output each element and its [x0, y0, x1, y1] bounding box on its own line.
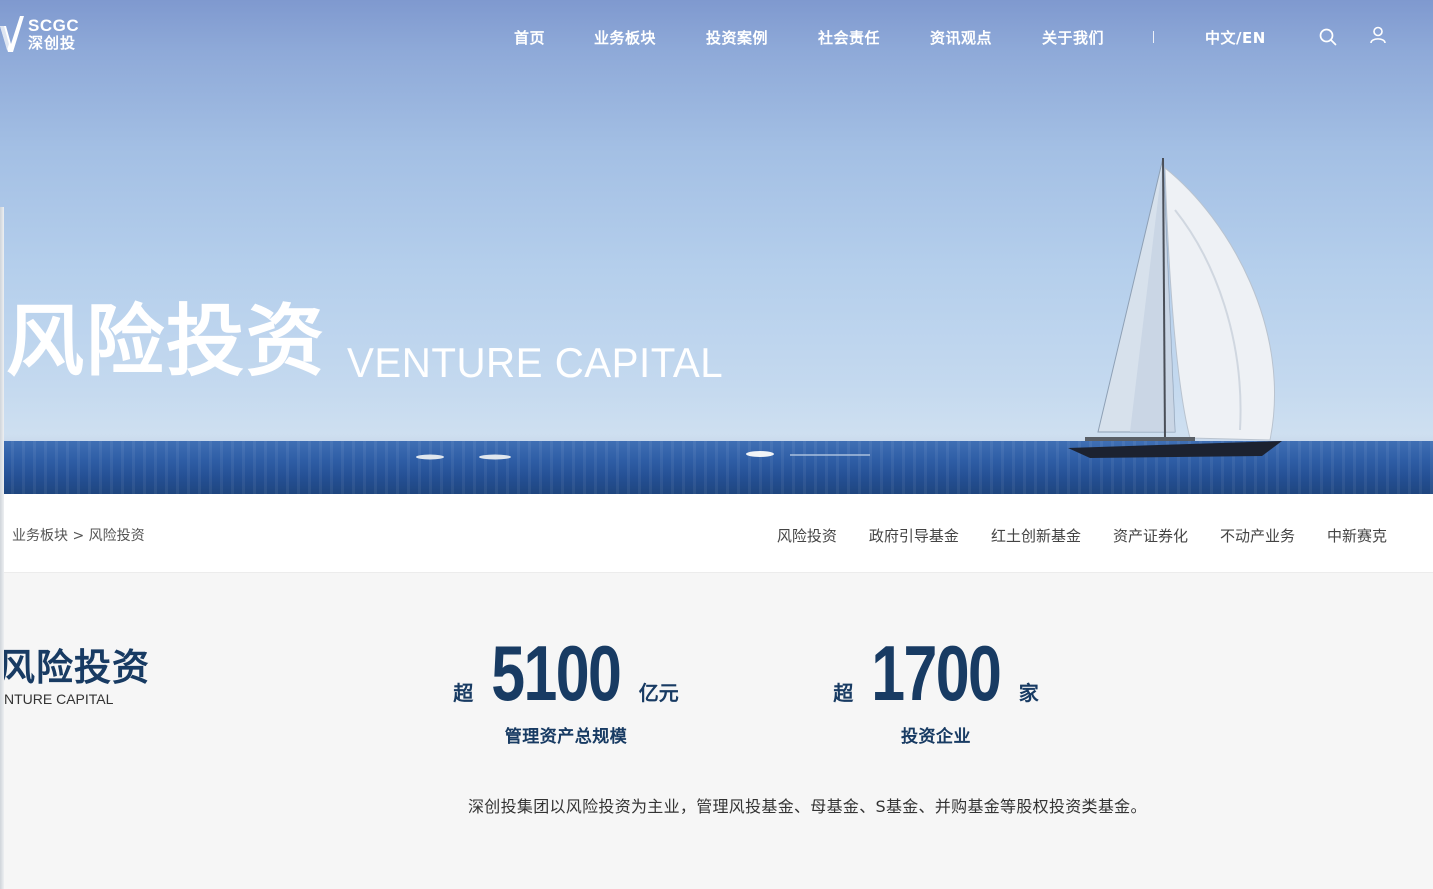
stat-assets-prefix: 超 — [453, 681, 474, 706]
edge-panel — [0, 207, 4, 889]
section-title: 风险投资 — [0, 646, 150, 689]
hero-banner — [0, 0, 1433, 494]
hull — [1068, 441, 1282, 458]
subnav-item-venture-capital[interactable]: 风险投资 — [777, 525, 837, 546]
stat-assets-unit: 亿元 — [638, 681, 679, 706]
breadcrumb-bar: 业务板块 > 风险投资 风险投资 政府引导基金 红土创新基金 资产证券化 不动产… — [0, 494, 1433, 573]
hero-subtitle: VENTURE CAPITAL — [347, 339, 724, 386]
distant-boat — [746, 451, 774, 457]
sailboat-illustration — [416, 157, 1282, 460]
distant-boat — [416, 454, 444, 460]
subnav-item-sinovatio[interactable]: 中新赛克 — [1327, 525, 1387, 546]
hero-title: 风险投资 — [6, 297, 327, 387]
stat-assets-value: 5100 — [491, 629, 622, 717]
section-description: 深创投集团以风险投资为主业，管理风投基金、母基金、S基金、并购基金等股权投资类基… — [468, 797, 1147, 816]
spinnaker-shape — [1164, 166, 1275, 441]
nav-item-about[interactable]: 关于我们 — [1042, 27, 1104, 48]
stat-assets-row: 超 5100 亿元 — [453, 629, 679, 717]
breadcrumb: 业务板块 > 风险投资 — [12, 525, 145, 545]
breadcrumb-current[interactable]: 风险投资 — [89, 528, 145, 544]
nav-divider — [1153, 31, 1154, 43]
stat-assets: 超 5100 亿元 管理资产总规模 — [453, 629, 679, 748]
search-icon[interactable] — [1318, 27, 1338, 47]
subnav-item-hongtu-fund[interactable]: 红土创新基金 — [991, 525, 1081, 546]
distant-boat — [479, 454, 511, 460]
language-switch[interactable]: 中文/EN — [1205, 27, 1266, 48]
subnav-item-government-fund[interactable]: 政府引导基金 — [869, 525, 959, 546]
section-subtitle: NTURE CAPITAL — [4, 691, 114, 707]
nav-item-cases[interactable]: 投资案例 — [706, 27, 768, 48]
stat-companies-prefix: 超 — [833, 681, 854, 706]
stat-companies-value: 1700 — [871, 629, 1002, 717]
stat-companies-label: 投资企业 — [901, 727, 971, 748]
subnav-item-real-estate[interactable]: 不动产业务 — [1220, 525, 1295, 546]
user-icon[interactable] — [1368, 25, 1388, 45]
stat-assets-label: 管理资产总规模 — [504, 727, 628, 748]
nav-item-home[interactable]: 首页 — [514, 27, 545, 48]
breadcrumb-separator: > — [72, 528, 85, 544]
nav-item-business[interactable]: 业务板块 — [594, 27, 656, 48]
nav-item-news[interactable]: 资讯观点 — [930, 27, 992, 48]
subnav-item-securitization[interactable]: 资产证券化 — [1113, 525, 1188, 546]
section-subnav: 风险投资 政府引导基金 红土创新基金 资产证券化 不动产业务 中新赛克 — [777, 525, 1387, 546]
main-nav: 首页 业务板块 投资案例 社会责任 资讯观点 关于我们 中文/EN — [0, 25, 1433, 49]
stat-companies: 超 1700 家 投资企业 — [833, 629, 1039, 748]
breadcrumb-parent[interactable]: 业务板块 — [12, 528, 68, 544]
nav-item-responsibility[interactable]: 社会责任 — [818, 27, 880, 48]
deck — [1085, 437, 1195, 441]
stat-companies-row: 超 1700 家 — [833, 629, 1039, 717]
stat-companies-unit: 家 — [1018, 681, 1039, 706]
